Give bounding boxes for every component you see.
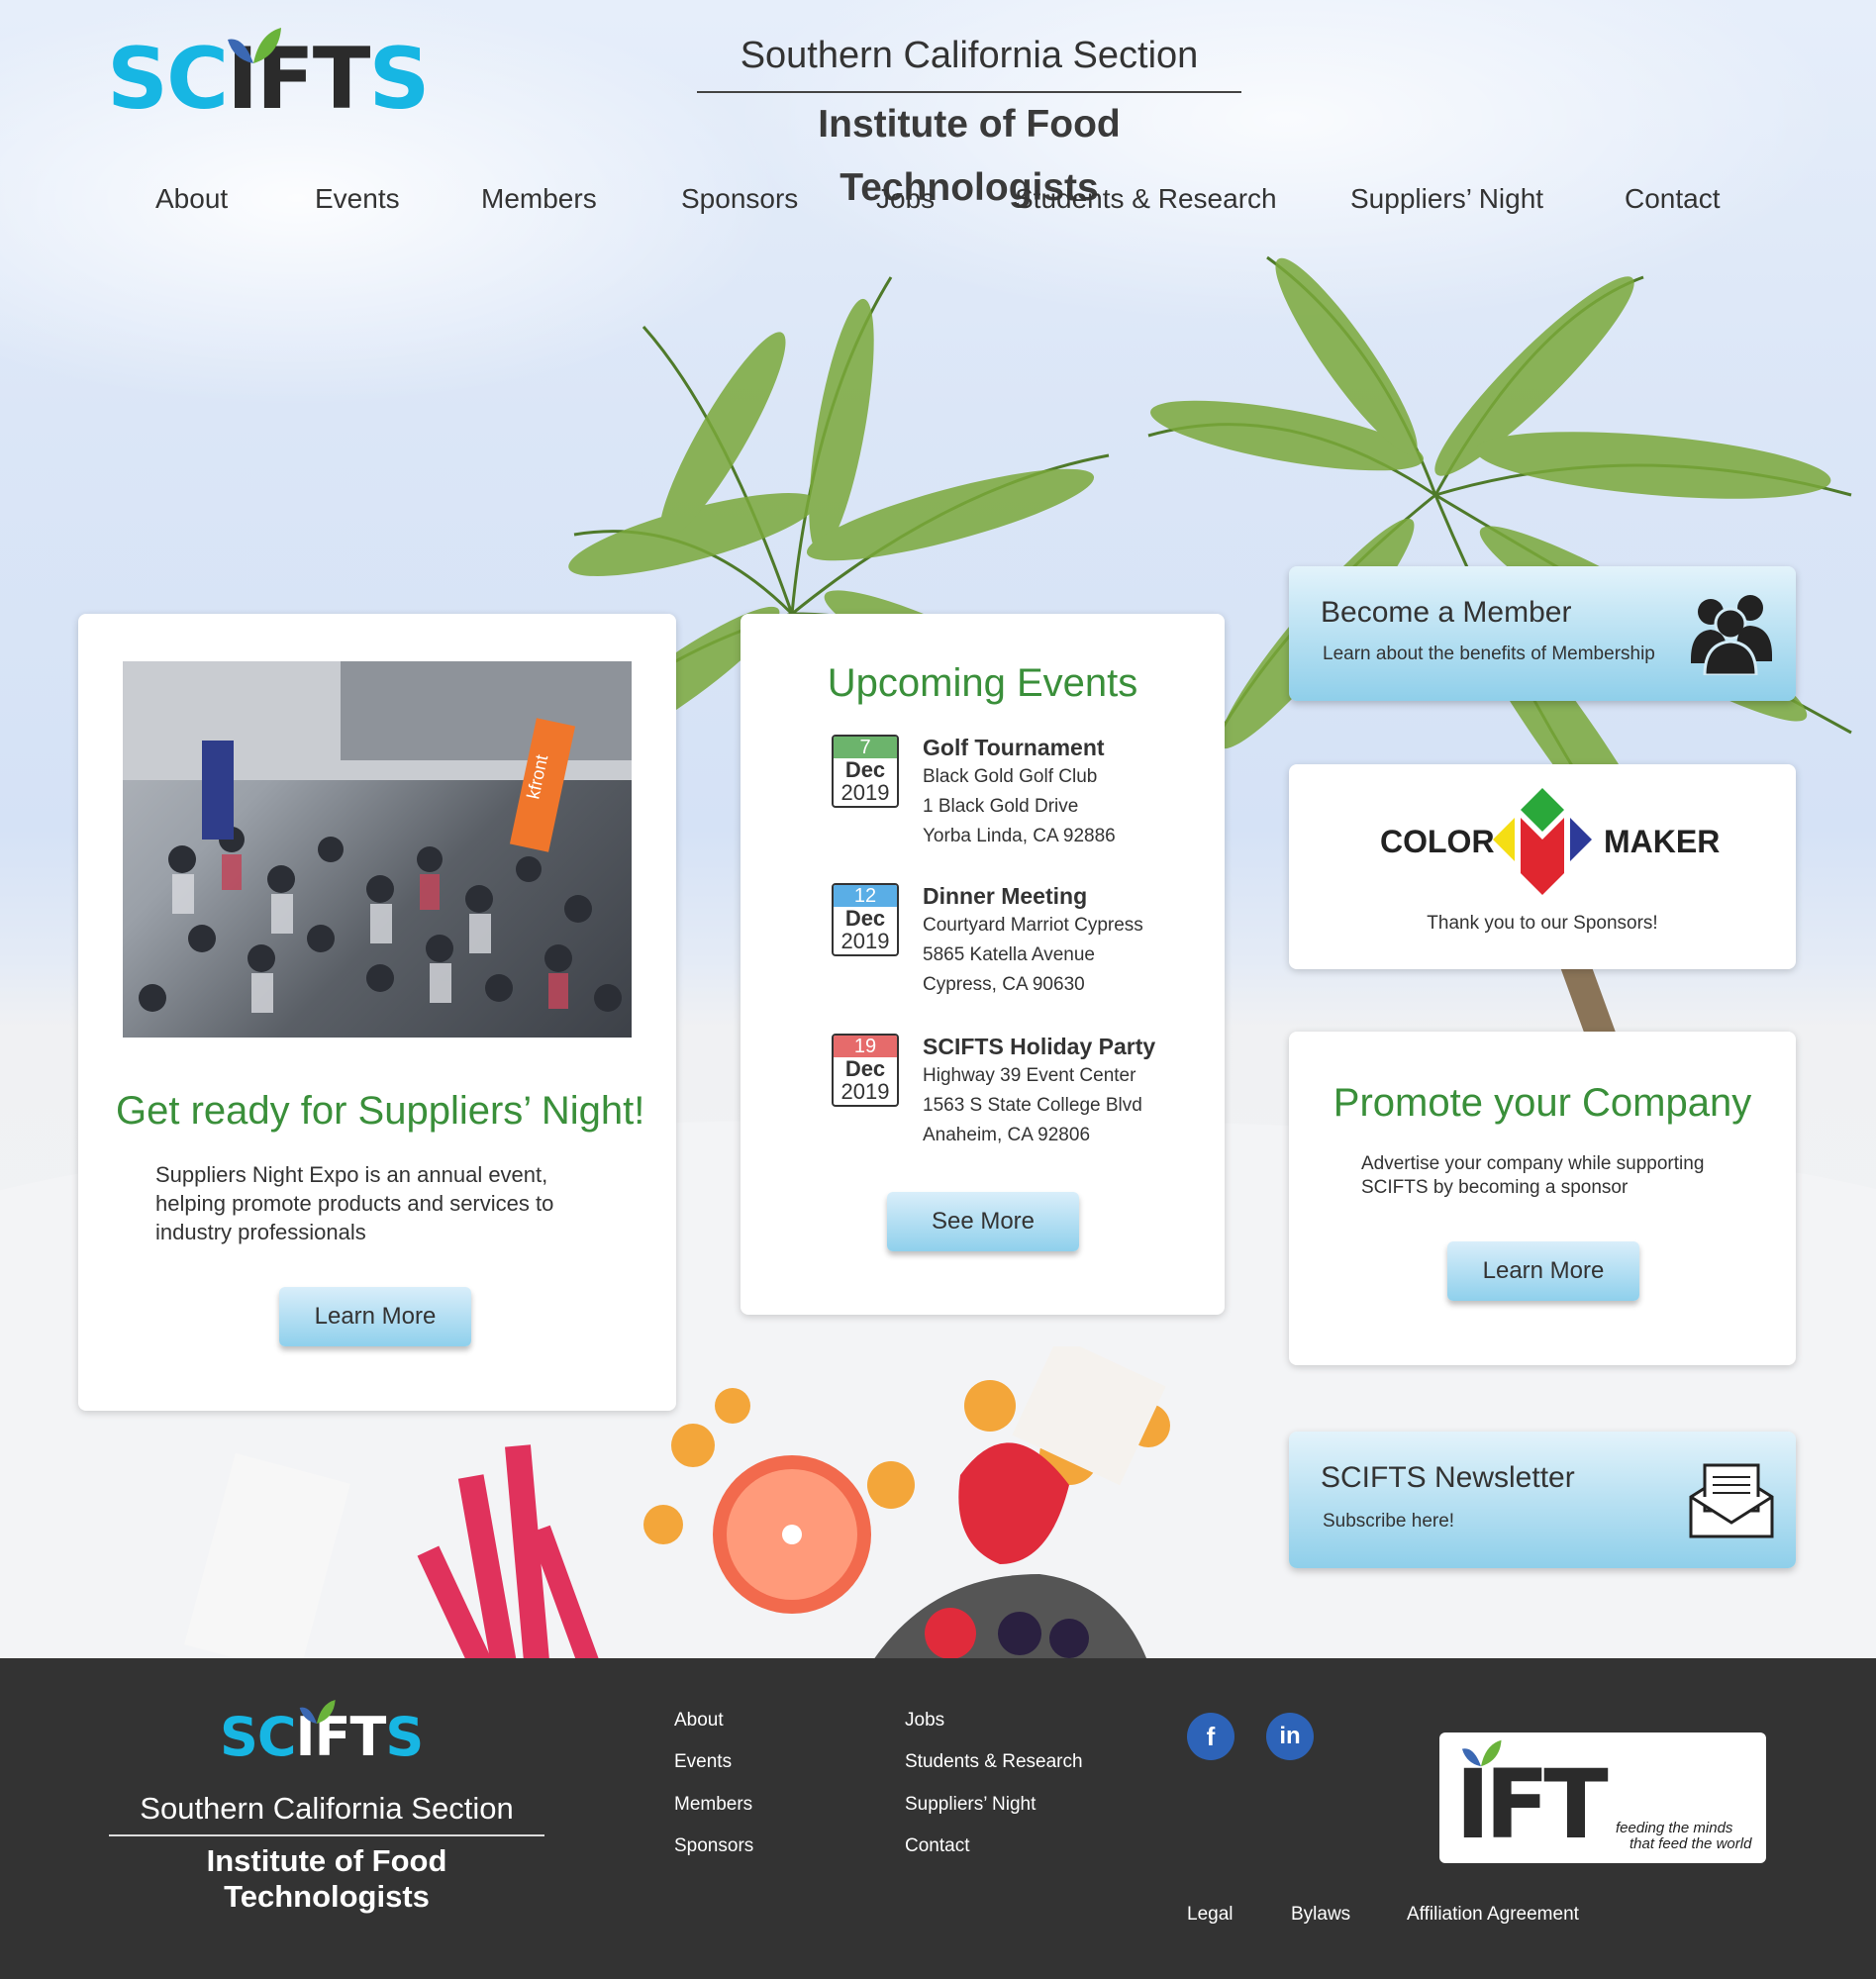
calendar-day: 7 bbox=[834, 737, 897, 758]
newsletter-card[interactable]: SCIFTS Newsletter Subscribe here! bbox=[1289, 1432, 1796, 1568]
footer-org-section: Southern California Section bbox=[109, 1791, 544, 1836]
event-address: 1 Black Gold Drive bbox=[923, 796, 1079, 817]
event-city: Anaheim, CA 92806 bbox=[923, 1125, 1091, 1145]
main-nav: About Events Members Sponsors Jobs Stude… bbox=[0, 183, 1876, 227]
calendar-year: 2019 bbox=[840, 1079, 890, 1104]
event-item[interactable]: 12 Dec 2019 Dinner Meeting Courtyard Mar… bbox=[832, 881, 1158, 1000]
event-item[interactable]: 19 Dec 2019 SCIFTS Holiday Party Highway… bbox=[832, 1032, 1158, 1150]
nav-item-contact[interactable]: Contact bbox=[1625, 183, 1721, 215]
logo-text-sc: SC bbox=[107, 30, 229, 129]
ift-logo[interactable]: IFT feeding the minds that feed the worl… bbox=[1439, 1732, 1766, 1863]
ift-tagline-line1: feeding the minds bbox=[1616, 1820, 1733, 1836]
footer-logo-text-s: S bbox=[385, 1706, 424, 1768]
colormaker-mark-icon bbox=[1493, 788, 1592, 895]
nav-item-about[interactable]: About bbox=[155, 183, 228, 215]
ift-logo-text: IFT bbox=[1455, 1749, 1609, 1860]
event-venue: Black Gold Golf Club bbox=[923, 766, 1098, 787]
event-address: 1563 S State College Blvd bbox=[923, 1095, 1142, 1116]
ift-tagline-line2: that feed the world bbox=[1629, 1835, 1752, 1852]
event-address: 5865 Katella Avenue bbox=[923, 944, 1095, 965]
facebook-icon[interactable]: f bbox=[1187, 1713, 1234, 1760]
colormaker-logo-right: MAKER bbox=[1604, 824, 1721, 859]
footer-org-institute: Institute of Food Technologists bbox=[206, 1843, 447, 1914]
footer-link-bylaws[interactable]: Bylaws bbox=[1291, 1904, 1350, 1926]
promote-company-title: Promote your Company bbox=[1333, 1081, 1752, 1125]
calendar-day: 12 bbox=[834, 885, 897, 907]
scifts-logo[interactable]: SCIFTS bbox=[107, 28, 434, 129]
event-item[interactable]: 7 Dec 2019 Golf Tournament Black Gold Go… bbox=[832, 733, 1158, 851]
footer-link-events[interactable]: Events bbox=[674, 1751, 732, 1773]
calendar-icon: 19 Dec 2019 bbox=[832, 1034, 899, 1107]
event-city: Cypress, CA 90630 bbox=[923, 974, 1085, 995]
footer-link-jobs[interactable]: Jobs bbox=[905, 1710, 944, 1732]
become-member-subtitle: Learn about the benefits of Membership bbox=[1323, 643, 1655, 664]
calendar-icon: 7 Dec 2019 bbox=[832, 735, 899, 808]
calendar-year: 2019 bbox=[840, 780, 890, 805]
event-title[interactable]: Golf Tournament bbox=[923, 733, 1180, 762]
calendar-icon: 12 Dec 2019 bbox=[832, 883, 899, 956]
suppliers-night-description: Suppliers Night Expo is an annual event,… bbox=[155, 1162, 554, 1244]
nav-item-sponsors[interactable]: Sponsors bbox=[681, 183, 798, 215]
calendar-month: Dec bbox=[844, 1056, 886, 1081]
leaf-icon bbox=[299, 1700, 336, 1724]
suppliers-night-card: kfront Get ready for Suppliers’ Night! S… bbox=[78, 614, 676, 1411]
promote-company-description: Advertise your company while supporting … bbox=[1361, 1153, 1705, 1198]
footer-link-legal[interactable]: Legal bbox=[1187, 1904, 1234, 1926]
promote-learn-more-button[interactable]: Learn More bbox=[1447, 1241, 1639, 1301]
colormaker-logo-left: COLOR bbox=[1380, 824, 1495, 859]
calendar-year: 2019 bbox=[840, 929, 890, 953]
event-venue: Highway 39 Event Center bbox=[923, 1065, 1136, 1086]
upcoming-events-card: Upcoming Events 7 Dec 2019 Golf Tourname… bbox=[741, 614, 1225, 1315]
calendar-month: Dec bbox=[844, 757, 886, 782]
footer: SCIFTS Southern California Section Insti… bbox=[0, 1658, 1876, 1979]
expo-crowd-photo: kfront bbox=[123, 661, 632, 1038]
envelope-icon bbox=[1689, 1463, 1774, 1538]
sponsor-card[interactable]: COLOR MAKER Thank you to our Sponsors! bbox=[1289, 764, 1796, 969]
event-title[interactable]: SCIFTS Holiday Party bbox=[923, 1032, 1180, 1061]
suppliers-learn-more-button[interactable]: Learn More bbox=[279, 1287, 471, 1346]
calendar-day: 19 bbox=[834, 1036, 897, 1057]
nav-item-jobs[interactable]: Jobs bbox=[876, 183, 935, 215]
suppliers-night-title: Get ready for Suppliers’ Night! bbox=[116, 1089, 645, 1133]
footer-link-members[interactable]: Members bbox=[674, 1794, 752, 1816]
nav-item-members[interactable]: Members bbox=[481, 183, 597, 215]
footer-link-about[interactable]: About bbox=[674, 1710, 724, 1732]
sponsors-caption: Thank you to our Sponsors! bbox=[1427, 913, 1658, 934]
members-group-icon bbox=[1691, 595, 1772, 675]
footer-link-suppliers-night[interactable]: Suppliers’ Night bbox=[905, 1794, 1036, 1816]
event-venue: Courtyard Marriot Cypress bbox=[923, 915, 1143, 936]
become-member-card[interactable]: Become a Member Learn about the benefits… bbox=[1289, 566, 1796, 701]
newsletter-subtitle: Subscribe here! bbox=[1323, 1511, 1455, 1532]
linkedin-icon[interactable]: in bbox=[1266, 1713, 1314, 1760]
nav-item-suppliers-night[interactable]: Suppliers’ Night bbox=[1350, 183, 1543, 215]
footer-logo-text-sc: SC bbox=[220, 1706, 297, 1768]
event-title[interactable]: Dinner Meeting bbox=[923, 881, 1180, 911]
calendar-month: Dec bbox=[844, 906, 886, 931]
footer-link-affiliation-agreement[interactable]: Affiliation Agreement bbox=[1407, 1904, 1579, 1926]
become-member-title: Become a Member bbox=[1321, 596, 1572, 629]
upcoming-events-title: Upcoming Events bbox=[827, 661, 1138, 705]
newsletter-title: SCIFTS Newsletter bbox=[1321, 1461, 1575, 1494]
footer-logo[interactable]: SCIFTS bbox=[220, 1700, 438, 1768]
see-more-events-button[interactable]: See More bbox=[887, 1192, 1079, 1251]
nav-item-students-research[interactable]: Students & Research bbox=[1015, 183, 1277, 215]
event-city: Yorba Linda, CA 92886 bbox=[923, 826, 1116, 846]
colormaker-logo: COLOR MAKER bbox=[1380, 788, 1727, 897]
leaf-icon bbox=[228, 28, 281, 63]
footer-link-contact[interactable]: Contact bbox=[905, 1835, 969, 1857]
logo-text-s: S bbox=[368, 30, 430, 129]
promote-company-card: Promote your Company Advertise your comp… bbox=[1289, 1032, 1796, 1365]
org-section-title: Southern California Section bbox=[697, 30, 1241, 93]
nav-item-events[interactable]: Events bbox=[315, 183, 400, 215]
footer-link-students-research[interactable]: Students & Research bbox=[905, 1751, 1083, 1773]
footer-link-sponsors[interactable]: Sponsors bbox=[674, 1835, 753, 1857]
